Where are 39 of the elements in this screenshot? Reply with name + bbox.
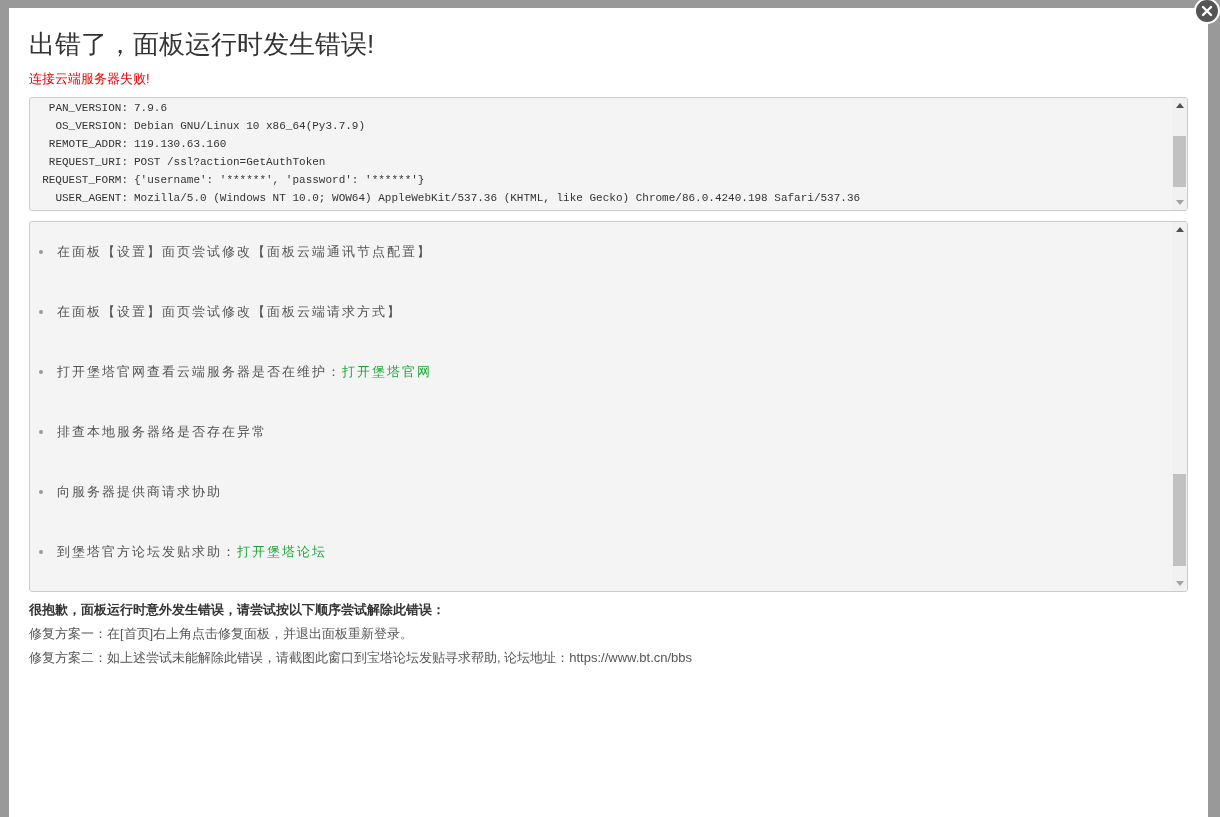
help-text: 修复方案二：如上述尝试未能解除此错误，请截图此窗口到宝塔论坛发贴寻求帮助, 论坛地址：https://www.bt.cn/bbs — [29, 649, 694, 667]
close-icon — [1201, 5, 1213, 17]
help-heading: 很抱歉，面板运行时意外发生错误，请尝试按以下顺序尝试解除此错误： — [29, 601, 446, 619]
bullet-icon — [39, 370, 43, 374]
suggestion-text: 在面板【设置】面页尝试修改【面板云端请求方式】 — [57, 303, 402, 321]
bullet-icon — [39, 490, 43, 494]
info-key: REQUEST_URI: — [38, 153, 128, 171]
info-value: {'username': '******', 'password': '******'} — [134, 173, 426, 188]
help-text: 修复方案一：在[首页]右上角点击修复面板，并退出面板重新登录。 — [29, 625, 415, 643]
info-value: Mozilla/5.0 (Windows NT 10.0; WOW64) AppleWebKit/537.36 (KHTML, like Gecko) Chrome/86.0.4240.198 Safari/537.36 — [134, 191, 862, 206]
info-value: 119.130.63.160 — [134, 137, 228, 152]
info-value: Debian GNU/Linux 10 x86_64(Py3.7.9) — [134, 119, 367, 134]
info-key: OS_VERSION: — [38, 117, 128, 135]
dialog-title: 出错了，面板运行时发生错误! — [29, 30, 376, 58]
info-key: REMOTE_ADDR: — [38, 135, 128, 153]
close-button[interactable] — [1194, 0, 1220, 24]
info-value: 7.9.6 — [134, 101, 168, 116]
bullet-icon — [39, 310, 43, 314]
scroll-down-icon[interactable] — [1175, 581, 1184, 586]
scroll-down-icon[interactable] — [1175, 200, 1184, 205]
info-key: PAN_VERSION: — [38, 99, 128, 117]
suggestion-text: 打开堡塔官网查看云端服务器是否在维护： — [57, 363, 342, 381]
suggestion-text: 在面板【设置】面页尝试修改【面板云端通讯节点配置】 — [57, 243, 432, 261]
scrollbar-thumb[interactable] — [1173, 474, 1186, 566]
bullet-icon — [39, 250, 43, 254]
suggestion-text: 排查本地服务器络是否存在异常 — [57, 423, 267, 441]
scrollbar-thumb[interactable] — [1173, 135, 1186, 187]
error-message: 连接云端服务器失败! — [29, 70, 151, 88]
info-value: POST /ssl?action=GetAuthToken — [134, 155, 327, 170]
suggestion-link[interactable]: 打开堡塔论坛 — [237, 543, 327, 561]
scroll-up-icon[interactable] — [1175, 103, 1184, 108]
suggestion-text: 到堡塔官方论坛发贴求助： — [57, 543, 237, 561]
info-key: USER_AGENT: — [38, 189, 128, 207]
scroll-up-icon[interactable] — [1175, 227, 1184, 232]
info-key: REQUEST_FORM: — [38, 171, 128, 189]
suggestion-text: 向服务器提供商请求协助 — [57, 483, 222, 501]
bullet-icon — [39, 430, 43, 434]
suggestion-link[interactable]: 打开堡塔官网 — [342, 363, 432, 381]
bullet-icon — [39, 550, 43, 554]
